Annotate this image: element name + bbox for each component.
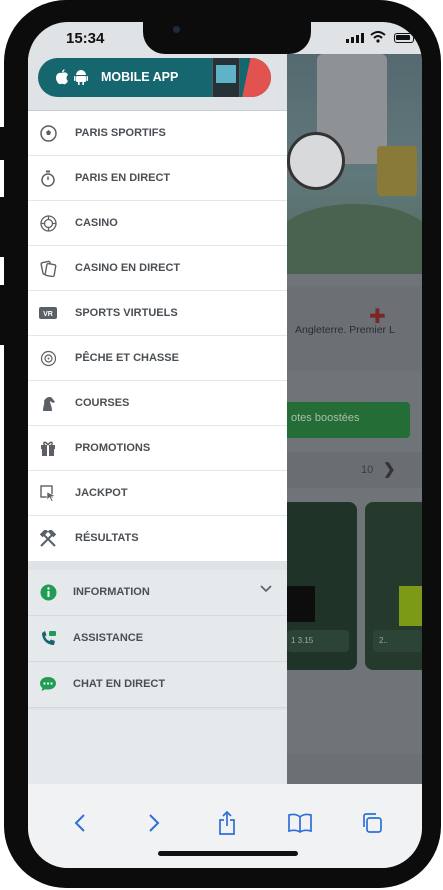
home-indicator	[158, 851, 298, 856]
menu-item-sports-virtuels[interactable]: VR SPORTS VIRTUELS	[28, 291, 287, 336]
odd-value: 2..	[373, 630, 422, 652]
game-tile: 2..	[365, 502, 422, 670]
gift-icon	[39, 439, 57, 457]
soccer-ball-icon	[39, 124, 57, 142]
phone-image	[212, 58, 240, 97]
tabs-icon	[363, 813, 382, 833]
tabs-button[interactable]	[359, 810, 385, 836]
casino-chip-icon	[39, 214, 57, 232]
info-group: INFORMATION ASSISTANCE CHAT EN DIRECT	[28, 570, 287, 708]
side-button	[0, 285, 8, 345]
apple-icon	[56, 69, 68, 85]
match-title: Angleterre. Premier L	[295, 324, 395, 336]
game-tile: 1 3.15	[287, 502, 357, 670]
notch	[143, 22, 311, 54]
mobile-app-label: MOBILE APP	[101, 70, 179, 84]
drawer-empty-area	[28, 710, 287, 784]
hero-banner	[277, 54, 422, 274]
menu-item-information[interactable]: INFORMATION	[28, 570, 287, 616]
crossed-hammers-icon	[39, 529, 57, 547]
pager-count: 10	[361, 464, 374, 476]
pager-row: 10 ❯	[287, 452, 422, 488]
background-page: ✚ Angleterre. Premier L otes boostées 10…	[277, 54, 422, 784]
side-button	[0, 197, 8, 257]
browser-toolbar	[28, 784, 422, 868]
menu-list: PARIS SPORTIFS PARIS EN DIRECT CASINO CA…	[28, 111, 287, 561]
cards-icon	[39, 259, 57, 277]
menu-item-paris-sportifs[interactable]: PARIS SPORTIFS	[28, 111, 287, 156]
bottom-nav	[287, 754, 422, 784]
share-icon	[219, 811, 235, 835]
share-button[interactable]	[214, 810, 240, 836]
menu-item-label: JACKPOT	[75, 487, 128, 499]
menu-item-courses[interactable]: COURSES	[28, 381, 287, 426]
menu-item-chat-en-direct[interactable]: CHAT EN DIRECT	[28, 662, 287, 708]
battery-icon	[394, 33, 414, 43]
stopwatch-icon	[39, 169, 57, 187]
match-card: ✚ Angleterre. Premier L	[287, 286, 422, 371]
menu-item-resultats[interactable]: RÉSULTATS	[28, 516, 287, 561]
menu-item-label: PARIS SPORTIFS	[75, 127, 166, 139]
phone-frame: 15:34 ✚ Angleterre. Premier L otes boost…	[4, 0, 441, 888]
soccer-ball-image	[287, 132, 345, 190]
wifi-icon	[370, 31, 386, 43]
promo-button: otes boostées	[287, 402, 410, 438]
jackpot-cursor-icon	[39, 484, 57, 502]
phone-icon	[39, 629, 57, 647]
chevron-left-icon	[74, 814, 85, 832]
menu-item-promotions[interactable]: PROMOTIONS	[28, 426, 287, 471]
horse-icon	[39, 394, 57, 412]
menu-item-label: PROMOTIONS	[75, 442, 151, 454]
vr-icon: VR	[39, 304, 57, 322]
menu-item-casino[interactable]: CASINO	[28, 201, 287, 246]
menu-item-label: CASINO	[75, 217, 118, 229]
forward-button[interactable]	[141, 810, 167, 836]
mobile-app-button[interactable]: MOBILE APP	[38, 58, 271, 97]
android-icon	[74, 70, 88, 85]
menu-item-label: SPORTS VIRTUELS	[75, 307, 178, 319]
odd-value: 1 3.15	[287, 630, 349, 652]
promo-button-label: otes boostées	[291, 412, 360, 424]
menu-item-label: RÉSULTATS	[75, 532, 139, 544]
chevron-down-icon[interactable]	[260, 585, 272, 593]
screen: 15:34 ✚ Angleterre. Premier L otes boost…	[28, 22, 422, 868]
app-banner: MOBILE APP	[28, 54, 287, 111]
chevron-right-icon	[149, 814, 160, 832]
bookmarks-button[interactable]	[287, 810, 313, 836]
target-icon	[39, 349, 57, 367]
signal-icon	[346, 33, 364, 43]
svg-text:VR: VR	[43, 311, 53, 318]
chevron-right-icon: ❯	[383, 461, 396, 478]
menu-item-label: PÊCHE ET CHASSE	[75, 352, 179, 364]
menu-item-peche-et-chasse[interactable]: PÊCHE ET CHASSE	[28, 336, 287, 381]
menu-item-label: PARIS EN DIRECT	[75, 172, 171, 184]
menu-item-label: ASSISTANCE	[73, 632, 144, 644]
menu-item-label: CHAT EN DIRECT	[73, 678, 166, 690]
book-icon	[288, 813, 312, 833]
chat-icon	[39, 675, 57, 693]
menu-item-label: COURSES	[75, 397, 130, 409]
back-button[interactable]	[67, 810, 93, 836]
menu-item-casino-en-direct[interactable]: CASINO EN DIRECT	[28, 246, 287, 291]
menu-item-label: CASINO EN DIRECT	[75, 262, 181, 274]
side-button	[0, 127, 8, 160]
menu-item-paris-en-direct[interactable]: PARIS EN DIRECT	[28, 156, 287, 201]
menu-item-assistance[interactable]: ASSISTANCE	[28, 616, 287, 662]
side-menu-drawer: MOBILE APP PARIS SPORTIFS PARIS EN DIREC…	[28, 54, 287, 784]
menu-item-label: INFORMATION	[73, 586, 150, 598]
menu-item-jackpot[interactable]: JACKPOT	[28, 471, 287, 516]
status-time: 15:34	[66, 30, 105, 47]
info-icon	[39, 583, 57, 601]
